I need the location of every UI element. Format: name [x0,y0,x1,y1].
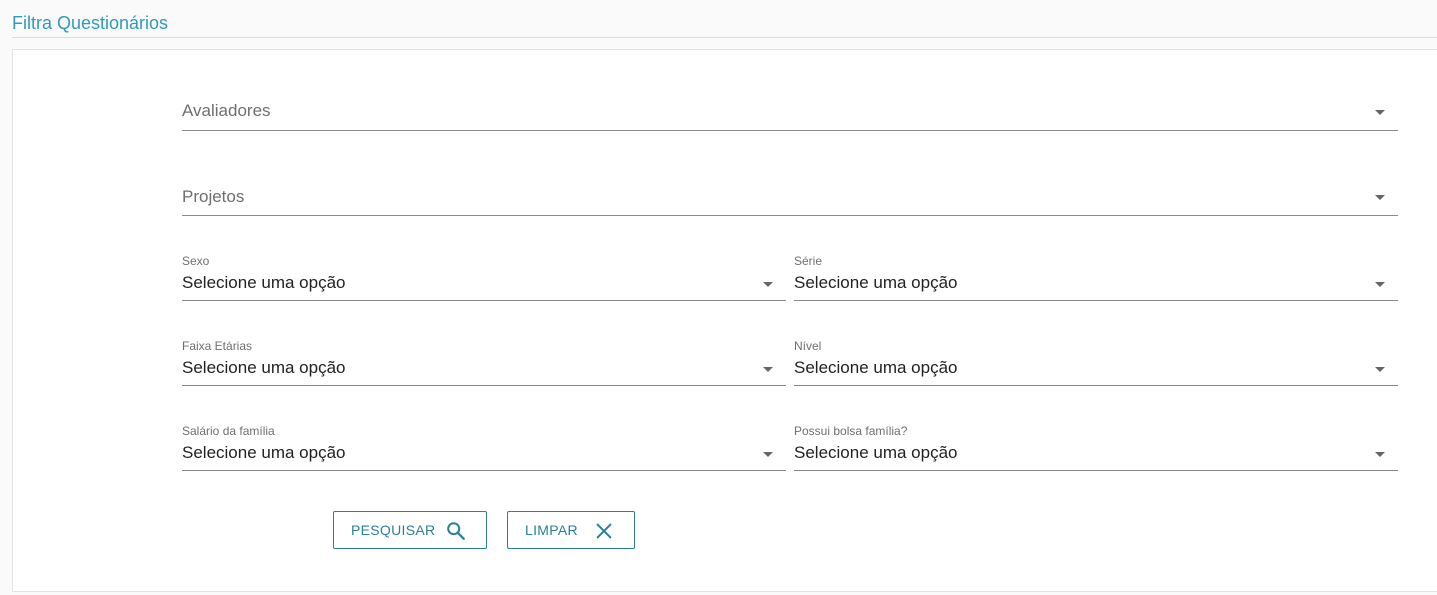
bolsa-familia-label: Possui bolsa família? [794,424,908,438]
bolsa-familia-select[interactable]: Possui bolsa família? Selecione uma opçã… [794,423,1398,471]
chevron-down-icon [763,452,773,457]
chevron-down-icon [1375,367,1385,372]
nivel-label: Nível [794,339,822,353]
search-button-label: PESQUISAR [351,522,436,538]
chevron-down-icon [763,367,773,372]
nivel-select[interactable]: Nível Selecione uma opção [794,338,1398,386]
search-icon [447,522,465,540]
avaliadores-placeholder: Avaliadores [182,101,271,120]
nivel-value: Selecione uma opção [794,358,958,377]
avaliadores-select[interactable]: Avaliadores [182,91,1398,131]
projetos-select[interactable]: Projetos [182,176,1398,216]
search-button[interactable]: PESQUISAR [333,511,487,549]
page-title: Filtra Questionários [12,13,169,33]
close-icon [596,523,612,539]
chevron-down-icon [1375,110,1385,115]
chevron-down-icon [1375,282,1385,287]
serie-label: Série [794,254,823,268]
sexo-label: Sexo [182,254,210,268]
clear-button-label: LIMPAR [525,522,578,538]
chevron-down-icon [763,282,773,287]
sexo-select[interactable]: Sexo Selecione uma opção [182,253,786,301]
projetos-placeholder: Projetos [182,187,245,206]
faixa-etarias-select[interactable]: Faixa Etárias Selecione uma opção [182,338,786,386]
chevron-down-icon [1375,195,1385,200]
faixa-etarias-label: Faixa Etárias [182,339,253,353]
faixa-etarias-value: Selecione uma opção [182,358,346,377]
sexo-value: Selecione uma opção [182,273,346,292]
salario-familia-value: Selecione uma opção [182,443,346,462]
serie-value: Selecione uma opção [794,273,958,292]
salario-familia-label: Salário da família [182,424,275,438]
page-header: Filtra Questionários [12,0,1437,38]
bolsa-familia-value: Selecione uma opção [794,443,958,462]
serie-select[interactable]: Série Selecione uma opção [794,253,1398,301]
filter-card: Avaliadores Projetos Sexo Selecione uma … [12,49,1437,592]
clear-button[interactable]: LIMPAR [507,511,635,549]
chevron-down-icon [1375,452,1385,457]
salario-familia-select[interactable]: Salário da família Selecione uma opção [182,423,786,471]
